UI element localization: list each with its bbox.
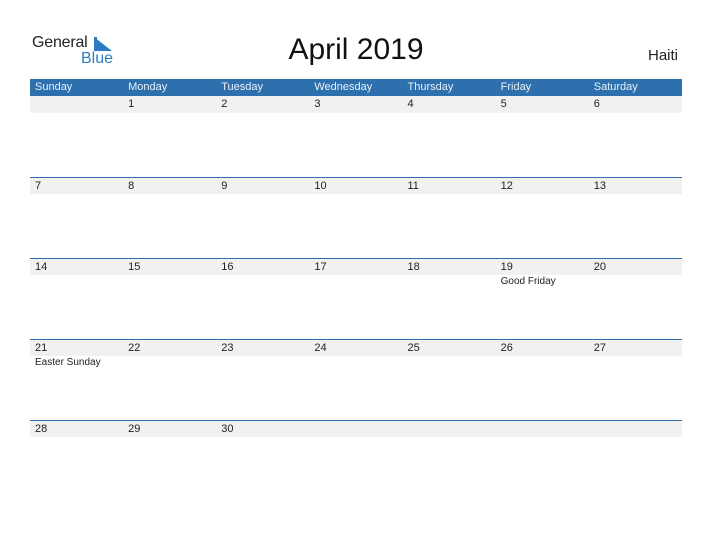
day-number: 6 (593, 98, 600, 110)
week-row: 7 8 9 10 11 12 13 (30, 177, 682, 258)
day-cell: 8 (123, 177, 216, 237)
day-cell: 16 (216, 258, 309, 318)
day-cell: 24 (309, 339, 402, 399)
day-cell: 12 (496, 177, 589, 237)
day-cell: 9 (216, 177, 309, 237)
day-cell: 2 (216, 96, 309, 156)
day-cell: 3 (309, 96, 402, 156)
calendar-title: April 2019 (288, 33, 424, 66)
day-cell: 14 (30, 258, 123, 318)
weekday-friday: Friday (500, 81, 532, 93)
weekday-thursday: Thursday (407, 81, 454, 93)
weekday-tuesday: Tuesday (221, 81, 264, 93)
day-cell: 26 (496, 339, 589, 399)
day-number: 22 (128, 342, 141, 354)
day-cell: 15 (123, 258, 216, 318)
day-number: 4 (407, 98, 414, 110)
day-number: 10 (314, 180, 327, 192)
day-cell: 20 (589, 258, 682, 318)
day-number: 18 (407, 261, 420, 273)
day-cell (589, 420, 682, 480)
weekday-sunday: Sunday (35, 81, 73, 93)
day-cell (30, 96, 123, 156)
day-cell: 1 (123, 96, 216, 156)
holiday-label: Good Friday (500, 276, 556, 287)
day-cell: 18 (403, 258, 496, 318)
day-cell: 17 (309, 258, 402, 318)
day-number: 27 (593, 342, 606, 354)
day-cell: 7 (30, 177, 123, 237)
week-row: 28 29 30 (30, 420, 682, 501)
day-number: 21 (35, 342, 48, 354)
day-cell: 4 (403, 96, 496, 156)
week-row: 1 2 3 4 5 6 (30, 96, 682, 177)
day-cell: 5 (496, 96, 589, 156)
day-number: 20 (593, 261, 606, 273)
day-cell: 30 (216, 420, 309, 480)
day-cell (496, 420, 589, 480)
day-number: 12 (500, 180, 513, 192)
calendar-grid: Sunday Monday Tuesday Wednesday Thursday… (30, 79, 682, 501)
day-number: 15 (128, 261, 141, 273)
weekday-header: Sunday Monday Tuesday Wednesday Thursday… (30, 79, 682, 96)
day-number: 11 (407, 180, 419, 192)
day-cell: 6 (589, 96, 682, 156)
day-cell (403, 420, 496, 480)
day-number: 5 (500, 98, 507, 110)
day-cell: 25 (403, 339, 496, 399)
day-cell: 28 (30, 420, 123, 480)
day-number: 24 (314, 342, 327, 354)
day-cell: 22 (123, 339, 216, 399)
day-number: 2 (221, 98, 228, 110)
day-cell: 13 (589, 177, 682, 237)
day-cell: 11 (403, 177, 496, 237)
week-row: 21 Easter Sunday 22 23 24 25 26 27 (30, 339, 682, 420)
day-number: 30 (221, 423, 234, 435)
day-cell (309, 420, 402, 480)
day-number: 29 (128, 423, 141, 435)
day-number: 17 (314, 261, 327, 273)
week-row: 14 15 16 17 18 19 Good Friday 20 (30, 258, 682, 339)
country-label: Haiti (647, 47, 678, 64)
day-number: 14 (35, 261, 48, 273)
day-number: 26 (500, 342, 513, 354)
day-cell: 27 (589, 339, 682, 399)
day-number: 13 (593, 180, 606, 192)
holiday-label: Easter Sunday (35, 357, 101, 368)
weeks-container: 1 2 3 4 5 6 7 8 9 10 11 12 13 14 15 16 17 18 19 Good Friday… (30, 96, 682, 501)
day-number: 28 (35, 423, 48, 435)
day-number: 8 (128, 180, 135, 192)
day-cell: 19 Good Friday (496, 258, 589, 318)
weekday-wednesday: Wednesday (314, 81, 373, 93)
day-number: 7 (35, 180, 42, 192)
day-number: 3 (314, 98, 321, 110)
day-cell: 21 Easter Sunday (30, 339, 123, 399)
day-number: 9 (221, 180, 228, 192)
day-number: 25 (407, 342, 420, 354)
day-number: 23 (221, 342, 234, 354)
weekday-saturday: Saturday (593, 81, 638, 93)
day-cell: 29 (123, 420, 216, 480)
day-number: 19 (500, 261, 513, 273)
day-number: 16 (221, 261, 234, 273)
day-cell: 10 (309, 177, 402, 237)
weekday-monday: Monday (128, 81, 168, 93)
day-cell: 23 (216, 339, 309, 399)
day-number: 1 (128, 98, 135, 110)
